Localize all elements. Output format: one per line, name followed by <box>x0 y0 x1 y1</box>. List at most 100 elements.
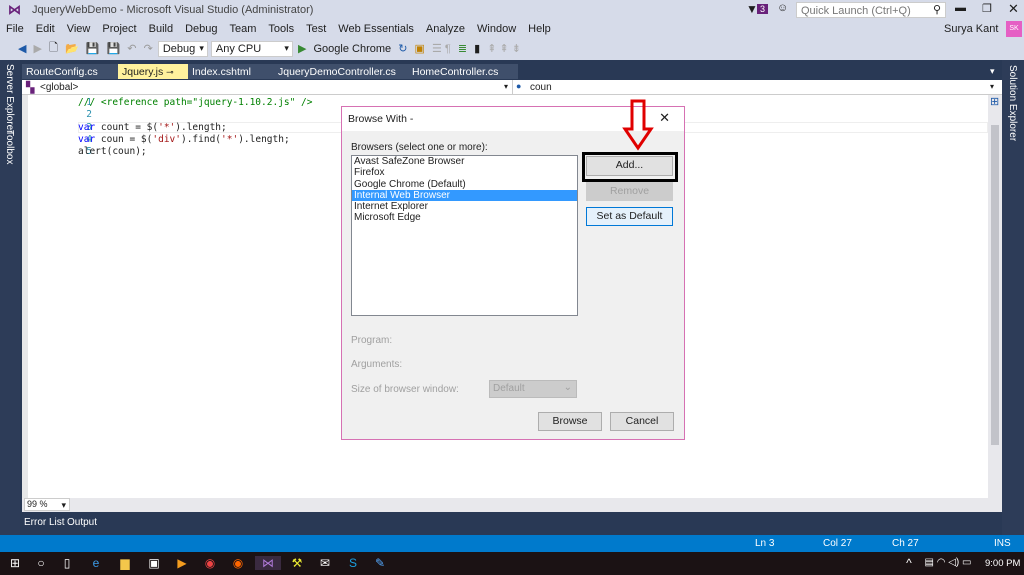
menu-view[interactable]: View <box>61 20 97 38</box>
tab-index-cshtml[interactable]: Index.cshtml <box>188 64 255 79</box>
system-tray-icons[interactable]: ▤ ◠ ◁) ▭ <box>918 556 978 570</box>
left-side-panel: Server Explorer Toolbox <box>0 60 20 535</box>
clock[interactable]: 9:00 PM <box>985 558 1020 569</box>
browser-item[interactable]: Internet Explorer <box>352 201 577 212</box>
avatar[interactable]: SK <box>1006 21 1022 37</box>
paint-icon[interactable]: ✎ <box>373 556 387 570</box>
forward-icon[interactable]: ▶ <box>34 42 42 55</box>
add-button[interactable]: Add... <box>586 156 673 176</box>
menu-file[interactable]: File <box>0 20 30 38</box>
menu-edit[interactable]: Edit <box>30 20 61 38</box>
quick-launch-input[interactable]: Quick Launch (Ctrl+Q) ⚲ <box>796 2 946 18</box>
output-tab[interactable]: Output <box>67 517 97 528</box>
taskbar: ⊞ ○ ▯ e ▆ ▣ ▶ ◉ ◉ ⋈ ⚒ ✉ S ✎ ^ ▤ ◠ ◁) ▭ 9… <box>0 552 1024 575</box>
toolbox-tab[interactable]: Toolbox <box>4 130 15 164</box>
browse-with-dialog: Browse With - ✕ Browsers (select one or … <box>341 106 685 440</box>
feedback-icon[interactable]: ☺ <box>777 2 788 14</box>
run-icon[interactable]: ▶ <box>298 42 306 55</box>
scope-chevron-icon[interactable]: ▾ <box>504 82 508 91</box>
windows-start-icon[interactable]: ⊞ <box>8 556 22 570</box>
configuration-select[interactable]: Debug <box>157 40 208 57</box>
platform-select[interactable]: Any CPU <box>210 40 293 57</box>
restore-button[interactable]: ❐ <box>982 2 992 15</box>
size-select[interactable]: Default ⌄ <box>489 380 577 398</box>
minimize-button[interactable]: ▬ <box>955 2 966 14</box>
menu-test[interactable]: Test <box>300 20 332 38</box>
browsers-listbox[interactable]: Avast SafeZone Browser Firefox Google Ch… <box>351 155 578 316</box>
menu-team[interactable]: Team <box>224 20 263 38</box>
format-icons[interactable]: ☰ ¶ <box>432 42 451 55</box>
visual-studio-icon[interactable]: ⋈ <box>255 556 281 570</box>
file-explorer-icon[interactable]: ▆ <box>118 556 132 570</box>
menu-debug[interactable]: Debug <box>179 20 223 38</box>
vs-logo-icon: ⋈ <box>8 2 21 17</box>
browser-item[interactable]: Firefox <box>352 167 577 178</box>
browser-link-icon[interactable]: ▣ <box>415 42 425 55</box>
save-icon[interactable]: 💾 <box>86 42 100 55</box>
pin-icon[interactable]: ⊸ <box>166 67 174 77</box>
tab-routeconfig[interactable]: RouteConfig.cs <box>22 64 102 79</box>
open-icon[interactable]: 📂 <box>65 42 79 55</box>
tab-jquery-js[interactable]: Jquery.js ⊸ ✕ <box>118 64 188 90</box>
tab-homecontroller[interactable]: HomeController.cs <box>408 64 502 79</box>
menu-project[interactable]: Project <box>96 20 142 38</box>
error-list-tab[interactable]: Error List <box>24 517 65 528</box>
browser-item[interactable]: Google Chrome (Default) <box>352 179 577 190</box>
close-button[interactable]: ✕ <box>1008 1 1019 17</box>
app-icon[interactable]: ✉ <box>318 556 332 570</box>
chrome-icon[interactable]: ◉ <box>203 556 217 570</box>
browser-item[interactable]: Microsoft Edge <box>352 212 577 223</box>
cortana-icon[interactable]: ○ <box>34 556 48 570</box>
server-explorer-tab[interactable]: Server Explorer <box>4 64 15 133</box>
task-view-icon[interactable]: ▯ <box>60 556 74 570</box>
browser-item[interactable]: Avast SafeZone Browser <box>352 156 577 167</box>
tab-overflow-icon[interactable]: ▾ <box>990 66 995 77</box>
menu-tools[interactable]: Tools <box>262 20 300 38</box>
firefox-icon[interactable]: ◉ <box>231 556 245 570</box>
bookmark-nav-icons[interactable]: ⇞ ⇞ ⇟ <box>487 42 521 55</box>
status-mode: INS <box>994 538 1011 549</box>
line-number: 2 <box>86 109 92 120</box>
horizontal-scrollbar[interactable]: 99 % <box>22 498 1002 512</box>
back-icon[interactable]: ◀ <box>18 42 26 55</box>
vertical-scrollbar[interactable]: ⊞ <box>988 95 1002 498</box>
set-as-default-button[interactable]: Set as Default <box>586 207 673 226</box>
edge-icon[interactable]: e <box>89 556 103 570</box>
store-icon[interactable]: ▣ <box>147 556 161 570</box>
cancel-button[interactable]: Cancel <box>610 412 674 431</box>
media-icon[interactable]: ▶ <box>175 556 189 570</box>
notification-badge[interactable]: 3 <box>757 4 769 14</box>
redo-icon[interactable]: ↷ <box>144 42 153 55</box>
scope-dropdown[interactable]: <global> <box>40 82 78 93</box>
program-label: Program: <box>351 335 393 346</box>
right-side-panel: Solution Explorer <box>1002 60 1024 535</box>
tab-jquerydemocontroller[interactable]: JqueryDemoController.cs <box>274 64 400 79</box>
member-dropdown[interactable]: coun <box>530 82 552 93</box>
solution-explorer-tab[interactable]: Solution Explorer <box>1007 65 1018 141</box>
dialog-close-button[interactable]: ✕ <box>659 110 670 126</box>
app-icon[interactable]: ⚒ <box>290 556 304 570</box>
browser-item-selected[interactable]: Internal Web Browser <box>352 189 577 202</box>
menu-help[interactable]: Help <box>522 20 557 38</box>
browse-button[interactable]: Browse <box>538 412 602 431</box>
save-all-icon[interactable]: 💾 <box>107 42 121 55</box>
skype-icon[interactable]: S <box>346 556 360 570</box>
run-target-button[interactable]: Google Chrome <box>314 43 392 55</box>
menu-window[interactable]: Window <box>471 20 522 38</box>
tray-icons[interactable]: ^ <box>902 556 916 570</box>
menu-bar: File Edit View Project Build Debug Team Tools Te… <box>0 20 1024 39</box>
zoom-select[interactable]: 99 % <box>24 498 70 511</box>
menu-analyze[interactable]: Analyze <box>420 20 471 38</box>
new-project-icon[interactable]: 🗋 <box>49 39 58 58</box>
bookmark-icon[interactable]: ▮ <box>474 42 480 55</box>
user-name[interactable]: Surya Kant <box>944 23 998 35</box>
browsers-label: Browsers (select one or more): <box>351 142 488 153</box>
code-line-3: var count = $('*').length; <box>78 122 227 133</box>
undo-icon[interactable]: ↶ <box>127 42 136 55</box>
comment-icon[interactable]: ≣ <box>458 42 467 55</box>
refresh-icon[interactable]: ↻ <box>398 42 407 55</box>
menu-web-essentials[interactable]: Web Essentials <box>332 20 420 38</box>
remove-button[interactable]: Remove <box>586 182 673 201</box>
member-chevron-icon[interactable]: ▾ <box>990 82 994 91</box>
menu-build[interactable]: Build <box>143 20 179 38</box>
